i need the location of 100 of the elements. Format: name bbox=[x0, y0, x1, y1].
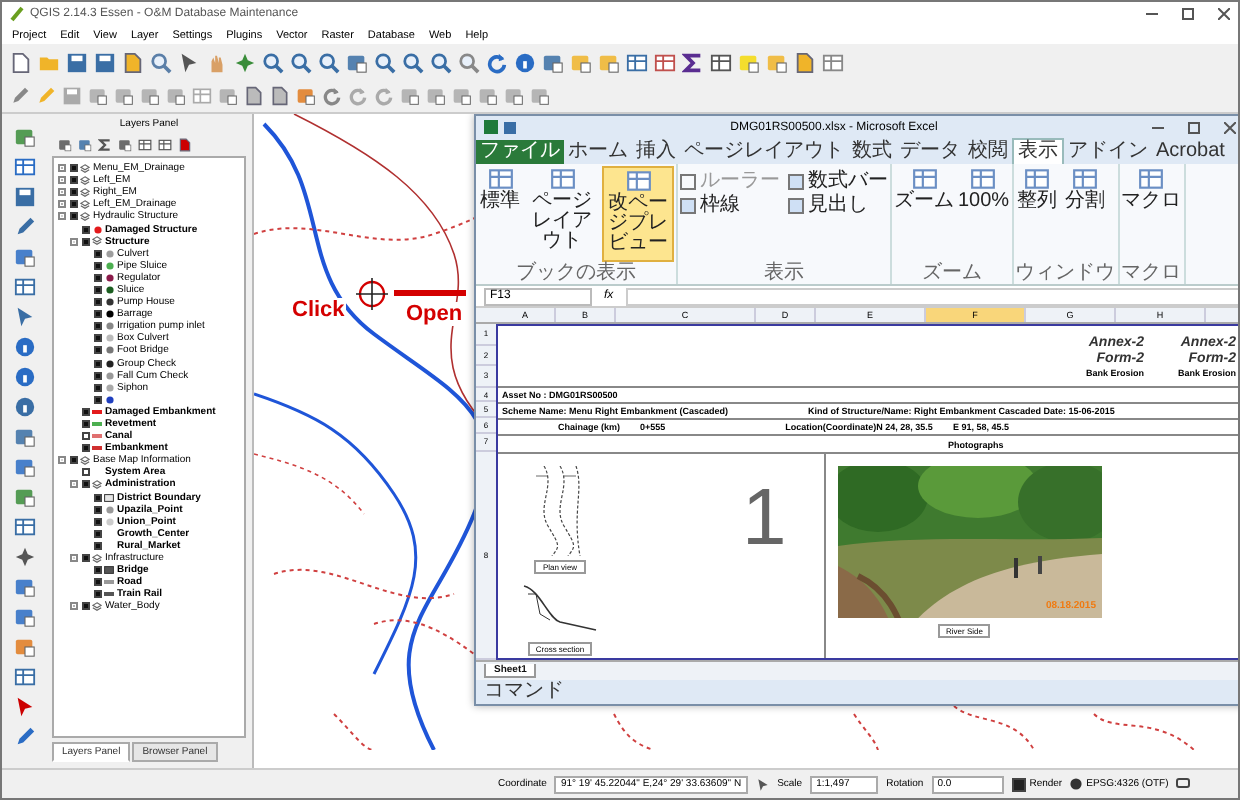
zoom-icon[interactable] bbox=[374, 51, 396, 73]
add-vector-icon[interactable] bbox=[13, 126, 35, 148]
layer-checkbox[interactable] bbox=[81, 480, 89, 489]
edit-icon[interactable] bbox=[13, 726, 35, 748]
layer-checkbox[interactable] bbox=[93, 541, 101, 550]
view-icon[interactable] bbox=[911, 166, 937, 192]
add-layer-icon[interactable] bbox=[13, 666, 35, 688]
layer-checkbox[interactable] bbox=[93, 261, 101, 270]
layer-checkbox[interactable] bbox=[81, 225, 89, 234]
layer-checkbox[interactable] bbox=[93, 578, 101, 587]
zoom-icon[interactable] bbox=[458, 51, 480, 73]
ribbon-checkbox[interactable]: 枠線 bbox=[680, 194, 780, 216]
layer-checkbox[interactable] bbox=[81, 444, 89, 453]
add-layer-icon[interactable] bbox=[13, 636, 35, 658]
ribbon-button[interactable]: 改ページプレビュー bbox=[602, 166, 674, 262]
save-icon[interactable] bbox=[66, 51, 88, 73]
ribbon-checkbox[interactable]: 見出し bbox=[788, 194, 888, 216]
zoom-in-icon[interactable] bbox=[262, 51, 284, 73]
remove-layer-icon[interactable] bbox=[178, 138, 192, 152]
add-group-icon[interactable] bbox=[78, 138, 92, 152]
minimize-icon[interactable] bbox=[1152, 121, 1164, 133]
message-icon[interactable] bbox=[1176, 778, 1191, 790]
layer-checkbox[interactable] bbox=[69, 212, 77, 221]
ribbon-tab[interactable]: ファイル bbox=[476, 140, 564, 164]
ribbon-tab[interactable]: 数式 bbox=[848, 140, 896, 164]
view-icon[interactable] bbox=[1138, 166, 1165, 192]
ribbon-button[interactable]: 分割 bbox=[1063, 166, 1108, 262]
page-icon[interactable] bbox=[122, 51, 144, 73]
render-checkbox[interactable] bbox=[1011, 777, 1026, 791]
layer-checkbox[interactable] bbox=[93, 517, 101, 526]
layer-checkbox[interactable] bbox=[93, 322, 101, 331]
add-vector-icon[interactable] bbox=[13, 486, 35, 508]
ribbon-tab[interactable]: 校閲 bbox=[964, 140, 1012, 164]
ribbon-tab[interactable]: アドイン bbox=[1064, 140, 1152, 164]
zoom-icon[interactable] bbox=[318, 51, 340, 73]
ribbon-tab[interactable]: ページレイアウト bbox=[680, 140, 848, 164]
add-layer-icon[interactable] bbox=[13, 276, 35, 298]
view-icon[interactable] bbox=[970, 166, 997, 192]
save-icon[interactable] bbox=[504, 121, 516, 133]
crosshair-icon[interactable] bbox=[13, 546, 35, 568]
new-file-icon[interactable] bbox=[10, 51, 32, 73]
ribbon-button[interactable]: 整列 bbox=[1015, 166, 1060, 262]
zoom-icon[interactable] bbox=[430, 51, 452, 73]
layer-checkbox[interactable] bbox=[93, 493, 101, 502]
layer-checkbox[interactable] bbox=[81, 554, 89, 563]
view-icon[interactable] bbox=[1024, 166, 1051, 192]
add-layer-icon[interactable] bbox=[13, 306, 35, 328]
view-icon[interactable] bbox=[1072, 166, 1099, 192]
cursor-icon[interactable] bbox=[178, 51, 200, 73]
view-icon[interactable] bbox=[487, 166, 513, 192]
layer-checkbox[interactable] bbox=[81, 602, 89, 611]
sigma-icon[interactable] bbox=[682, 51, 704, 73]
layer-checkbox[interactable] bbox=[93, 285, 101, 294]
refresh-icon[interactable] bbox=[486, 51, 508, 73]
zoom-out-icon[interactable] bbox=[290, 51, 312, 73]
minimize-icon[interactable] bbox=[1146, 8, 1158, 20]
layer-checkbox[interactable] bbox=[93, 383, 101, 392]
layer-checkbox[interactable] bbox=[69, 200, 77, 209]
layer-checkbox[interactable] bbox=[93, 529, 101, 538]
zoom-icon[interactable] bbox=[402, 51, 424, 73]
layer-checkbox[interactable] bbox=[93, 310, 101, 319]
ribbon-checkbox[interactable]: 数式バー bbox=[788, 170, 888, 192]
ribbon-tab[interactable]: Acrobat bbox=[1152, 140, 1229, 164]
layer-checkbox[interactable] bbox=[69, 176, 77, 185]
paste-icon[interactable] bbox=[270, 86, 290, 106]
ribbon-button[interactable]: マクロ bbox=[1121, 166, 1182, 262]
layer-checkbox[interactable] bbox=[93, 346, 101, 355]
add-line-icon[interactable] bbox=[13, 216, 35, 238]
layer-checkbox[interactable] bbox=[81, 468, 89, 477]
ribbon-tab[interactable]: ホーム bbox=[564, 140, 632, 164]
save-icon[interactable] bbox=[94, 51, 116, 73]
info-icon[interactable] bbox=[514, 51, 536, 73]
layer-checkbox[interactable] bbox=[93, 359, 101, 368]
star-icon[interactable] bbox=[234, 51, 256, 73]
copy-icon[interactable] bbox=[244, 86, 264, 106]
ribbon-button[interactable]: ページレイアウト bbox=[526, 166, 598, 262]
add-layer-icon[interactable] bbox=[13, 606, 35, 628]
add-layer-icon[interactable] bbox=[13, 516, 35, 538]
layer-checkbox[interactable] bbox=[81, 407, 89, 416]
list-icon[interactable] bbox=[822, 51, 844, 73]
layer-checkbox[interactable] bbox=[69, 456, 77, 465]
layer-checkbox[interactable] bbox=[93, 395, 101, 404]
close-icon[interactable] bbox=[1224, 121, 1236, 133]
add-layer-icon[interactable] bbox=[13, 576, 35, 598]
layer-checkbox[interactable] bbox=[93, 334, 101, 343]
layer-checkbox[interactable] bbox=[93, 298, 101, 307]
layer-checkbox[interactable] bbox=[81, 237, 89, 246]
layer-icon[interactable] bbox=[598, 51, 620, 73]
ribbon-button[interactable]: ズーム bbox=[894, 166, 954, 262]
add-database-icon[interactable] bbox=[13, 186, 35, 208]
add-layer-icon[interactable] bbox=[13, 456, 35, 478]
layer-checkbox[interactable] bbox=[93, 590, 101, 599]
layer-checkbox[interactable] bbox=[81, 420, 89, 429]
layer-checkbox[interactable] bbox=[93, 273, 101, 282]
ribbon-tab[interactable]: データ bbox=[896, 140, 964, 164]
view-icon[interactable] bbox=[549, 166, 575, 192]
close-icon[interactable] bbox=[1218, 8, 1230, 20]
view-icon[interactable] bbox=[625, 168, 651, 194]
layer-checkbox[interactable] bbox=[93, 505, 101, 514]
layer-checkbox[interactable] bbox=[69, 188, 77, 197]
